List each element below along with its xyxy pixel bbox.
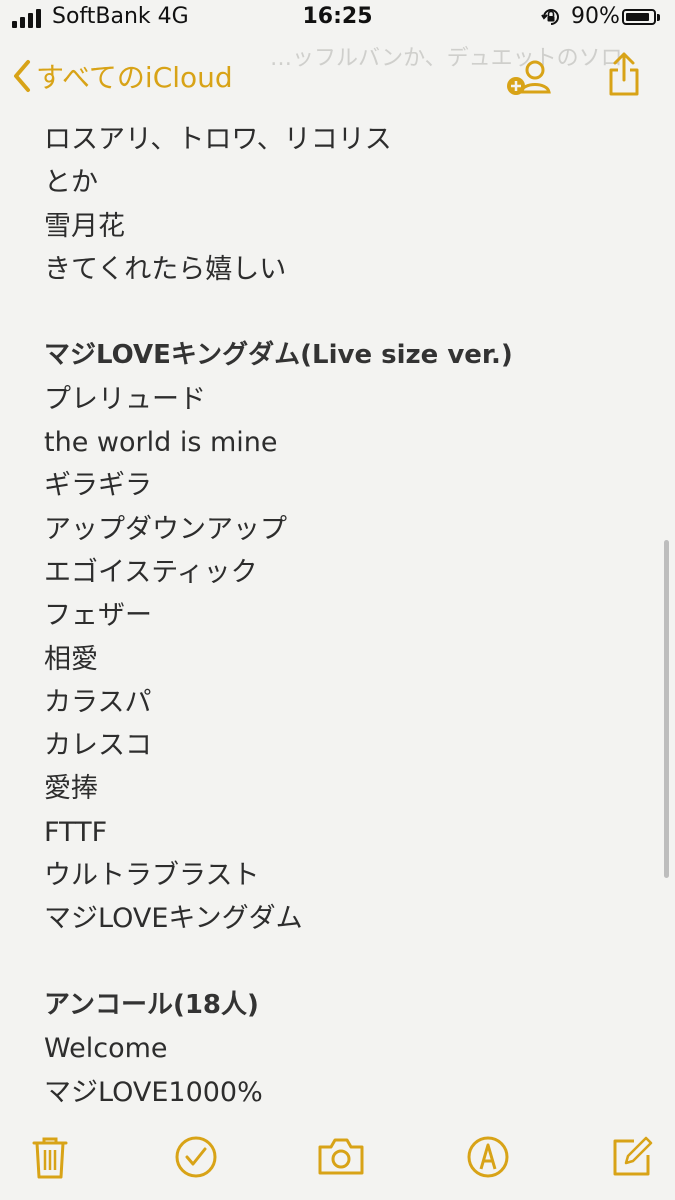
markup-icon[interactable]: [466, 1135, 510, 1179]
note-line: FTTF: [44, 816, 108, 848]
share-icon[interactable]: [606, 50, 642, 98]
navigation-bar: …ッフルバンか、デュエットのソロ すべてのiCloud: [0, 40, 675, 110]
note-blank-line: [44, 291, 644, 334]
note-line: 雪月花: [44, 210, 125, 242]
note-line: カレスコ: [44, 730, 152, 762]
camera-icon[interactable]: [316, 1135, 366, 1177]
trash-icon[interactable]: [30, 1135, 70, 1181]
note-line: カラスパ: [44, 686, 152, 718]
battery-percent: 90%: [571, 4, 620, 29]
note-blank-line: [44, 941, 644, 984]
note-line: Welcome: [44, 1033, 168, 1065]
note-line: とか: [44, 167, 98, 199]
note-line: ロスアリ、トロワ、リコリス: [44, 124, 392, 155]
note-title-ghost: …ッフルバンか、デュエットのソロ: [270, 46, 623, 71]
checklist-icon[interactable]: [174, 1135, 218, 1179]
back-button-label: すべてのiCloud: [36, 61, 233, 94]
back-button[interactable]: すべてのiCloud: [12, 56, 233, 96]
note-line: the world is mine: [44, 427, 278, 459]
scrollbar[interactable]: [664, 540, 669, 878]
note-line: 愛捧: [44, 773, 98, 805]
battery-cap: [657, 14, 660, 21]
battery-icon: [622, 9, 656, 25]
add-people-icon[interactable]: [505, 58, 555, 98]
rotation-lock-icon: [541, 9, 559, 25]
note-line: マジLOVEキングダム: [44, 903, 303, 935]
note-body[interactable]: ロスアリ、トロワ、リコリス とか雪月花きてくれたら嬉しいマジLOVEキングダム(L…: [44, 118, 644, 1114]
note-line: 相愛: [44, 643, 98, 675]
note-heading-line: マジLOVEキングダム(Live size ver.): [44, 340, 513, 371]
chevron-left-icon: [14, 60, 30, 92]
note-line: きてくれたら嬉しい: [44, 253, 287, 285]
note-heading-line: アンコール(18人): [44, 989, 259, 1020]
note-line: マジLOVE1000%: [44, 1076, 263, 1108]
battery-fill: [626, 13, 649, 21]
note-line: エゴイスティック: [44, 556, 258, 588]
note-line: ウルトラブラスト: [44, 860, 260, 892]
status-bar: SoftBank 4G 16:25 90%: [0, 0, 675, 40]
note-line: プレリュード: [44, 383, 206, 415]
compose-icon[interactable]: [610, 1135, 654, 1179]
note-line: ギラギラ: [44, 470, 152, 502]
notes-screen: SoftBank 4G 16:25 90% …ッフルバンか、デュエットのソロ す…: [0, 0, 675, 1200]
note-line: フェザー: [44, 600, 152, 632]
bottom-toolbar: [0, 1115, 675, 1200]
note-line: アップダウンアップ: [44, 513, 287, 545]
